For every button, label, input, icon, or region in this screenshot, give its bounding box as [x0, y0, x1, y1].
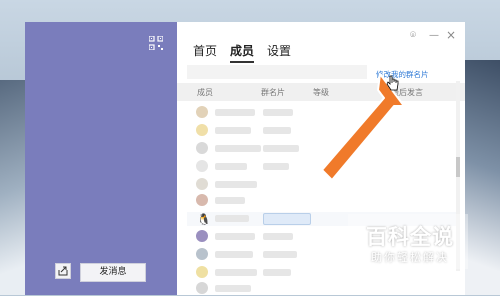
hand-cursor-icon — [386, 75, 399, 91]
scrollbar-thumb[interactable] — [456, 157, 460, 177]
avatar — [196, 106, 208, 118]
group-sidebar: 发消息 — [25, 22, 177, 295]
blurred-name — [215, 251, 253, 258]
blurred-card — [263, 269, 291, 276]
pin-icon[interactable]: ⌾ — [410, 30, 416, 41]
blurred-name — [215, 109, 255, 116]
avatar — [196, 160, 208, 172]
pointer-arrow-annotation — [321, 73, 405, 181]
blurred-card — [263, 163, 289, 170]
blurred-card — [263, 233, 293, 240]
table-row[interactable] — [187, 282, 457, 296]
tab-settings[interactable]: 设置 — [267, 42, 291, 63]
avatar — [196, 248, 208, 260]
blurred-name — [215, 285, 251, 292]
blurred-card — [263, 127, 291, 134]
blurred-card — [263, 145, 299, 152]
blurred-name — [215, 215, 249, 222]
close-icon[interactable]: × — [446, 28, 456, 42]
blurred-name — [215, 197, 245, 204]
avatar — [196, 282, 208, 294]
watermark-subtitle: 助你轻松解决 — [371, 251, 449, 264]
avatar — [196, 230, 208, 242]
share-button[interactable] — [55, 263, 71, 279]
send-message-button[interactable]: 发消息 — [80, 263, 146, 282]
blurred-name — [215, 233, 255, 240]
avatar — [196, 194, 208, 206]
watermark-title: 百科全说 — [366, 225, 454, 249]
card-edit-field[interactable] — [263, 213, 311, 225]
avatar — [196, 266, 208, 278]
avatar — [196, 142, 208, 154]
blurred-name — [215, 127, 251, 134]
minimize-icon[interactable]: — — [429, 30, 439, 41]
header-card[interactable]: 群名片 — [261, 87, 285, 98]
qq-penguin-icon: 🐧 — [197, 213, 211, 226]
blurred-card — [263, 251, 297, 258]
tab-members[interactable]: 成员 — [230, 42, 255, 63]
blurred-name — [215, 145, 261, 152]
tab-bar: 首页 成员 设置 — [193, 42, 291, 63]
share-icon — [58, 266, 68, 276]
blurred-card — [263, 109, 293, 116]
header-member[interactable]: 成员 — [197, 87, 213, 98]
blurred-name — [215, 269, 257, 276]
avatar — [196, 178, 208, 190]
blurred-name — [215, 163, 247, 170]
blurred-name — [215, 181, 257, 188]
qr-code-icon[interactable] — [149, 36, 163, 50]
tab-home[interactable]: 首页 — [193, 42, 217, 63]
table-row[interactable] — [187, 194, 457, 208]
avatar — [196, 124, 208, 136]
